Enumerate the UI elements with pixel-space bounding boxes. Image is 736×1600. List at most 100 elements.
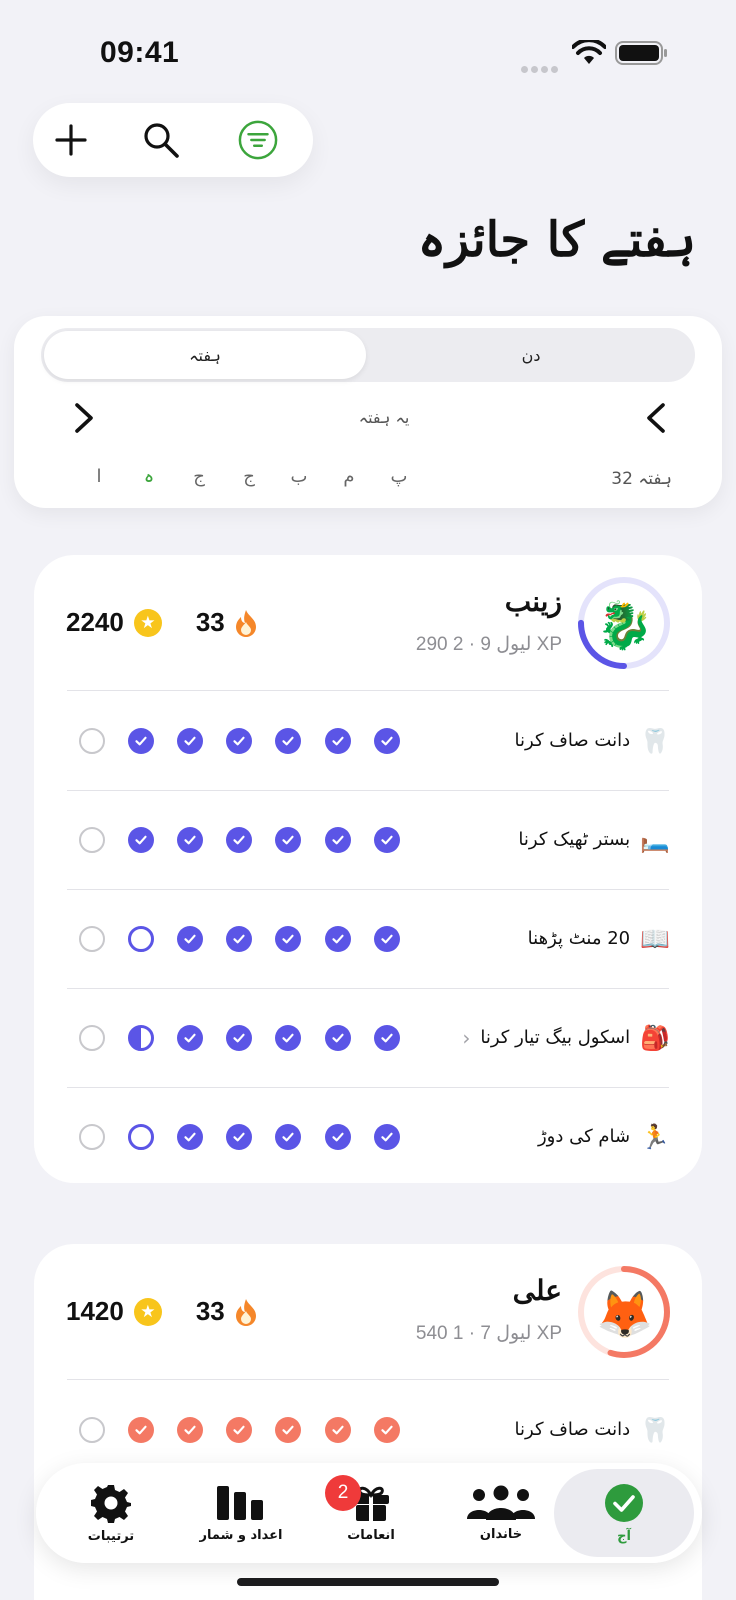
task-row[interactable]: 🦷 دانت صاف کرنا [34,691,702,790]
day-check-done[interactable] [275,1417,301,1443]
avatar[interactable]: 🦊 [576,1264,672,1360]
filter-icon[interactable] [238,120,278,160]
search-icon[interactable] [141,120,181,160]
flame-icon [235,1298,257,1326]
person-name: علی [512,1274,562,1307]
task-name: دانت صاف کرنا [514,730,631,751]
person-level: لیول 7 · 1 540 XP [415,1323,562,1344]
signal-icon [521,58,561,73]
task-name: دانت صاف کرنا [514,1419,631,1440]
day-check-done[interactable] [374,926,400,952]
task-emoji-icon: 🦷 [640,1415,670,1444]
notification-badge: 2 [325,1475,361,1511]
tab-label: انعامات [347,1527,395,1543]
day-check-ring[interactable] [128,926,154,952]
status-time: 09:41 [100,36,180,69]
day-check-empty[interactable] [79,1417,105,1443]
tab-label: آج [617,1528,631,1544]
check-circle-icon [605,1483,643,1522]
day-check-done[interactable] [226,1124,252,1150]
day-check-done[interactable] [128,827,154,853]
tab-stats[interactable]: اعداد و شمار [181,1463,301,1563]
day-check-done[interactable] [226,827,252,853]
day-check-done[interactable] [177,728,203,754]
task-label: 📖 20 منٹ پڑھنا [528,889,670,988]
task-row[interactable]: 🏃 شام کی دوڑ [34,1087,702,1186]
flame-icon [235,609,257,637]
chevron-left-icon: ‹ [462,1025,471,1050]
day-check-done[interactable] [325,827,351,853]
wifi-icon [572,40,606,64]
day-check-done[interactable] [275,827,301,853]
avatar[interactable]: 🐉 [576,575,672,671]
day-check-done[interactable] [275,1025,301,1051]
task-label: 🛏️ بستر ٹھیک کرنا [518,790,670,889]
day-check-done[interactable] [128,1417,154,1443]
day-check-done[interactable] [374,1417,400,1443]
day-check-done[interactable] [226,1025,252,1051]
home-indicator [237,1578,499,1586]
week-number: ہفتہ 32 [611,469,672,489]
day-check-done[interactable] [325,1417,351,1443]
task-row[interactable]: 🛏️ بستر ٹھیک کرنا [34,790,702,889]
week-label: یہ ہفتہ [358,408,410,427]
task-row[interactable]: 🎒 اسکول بیگ تیار کرنا ‹ [34,988,702,1087]
avatar-emoji: 🦊 [596,1287,654,1341]
day-check-done[interactable] [374,1025,400,1051]
streak-count: 33 [195,1296,225,1326]
day-check-done[interactable] [325,926,351,952]
day-check-done[interactable] [374,827,400,853]
tab-settings[interactable]: ترتیبات [51,1463,171,1563]
day-check-empty[interactable] [79,728,105,754]
day-check-empty[interactable] [79,827,105,853]
day-check-done[interactable] [275,926,301,952]
day-check-ring[interactable] [128,1124,154,1150]
tab-today[interactable]: آج [554,1469,694,1557]
tab-label: خاندان [479,1526,523,1542]
day-check-done[interactable] [226,728,252,754]
task-label: 🦷 دانت صاف کرنا [515,691,670,790]
day-check-done[interactable] [325,728,351,754]
page-title: ہفتے کا جائزہ [417,212,696,268]
task-emoji-icon: 🛏️ [640,825,670,854]
day-check-empty[interactable] [79,1025,105,1051]
tab-family[interactable]: خاندان [441,1463,561,1563]
day-check-done[interactable] [275,1124,301,1150]
task-emoji-icon: 🎒 [640,1023,670,1052]
segment-week[interactable]: ہفتہ [44,331,366,379]
day-check-done[interactable] [226,926,252,952]
coins-count: 1420 [66,1296,124,1326]
day-check-empty[interactable] [79,1124,105,1150]
day-check-done[interactable] [177,926,203,952]
day-check-done[interactable] [177,1417,203,1443]
day-check-done[interactable] [275,728,301,754]
weekday-label: ب [290,466,308,487]
weekday-label: ج [243,466,255,487]
segment-day[interactable]: دن [370,331,692,379]
task-row[interactable]: 📖 20 منٹ پڑھنا [34,889,702,988]
day-check-done[interactable] [177,1025,203,1051]
task-name: اسکول بیگ تیار کرنا [480,1027,631,1048]
day-check-done[interactable] [177,827,203,853]
day-check-done[interactable] [226,1417,252,1443]
day-check-done[interactable] [177,1124,203,1150]
day-check-done[interactable] [374,728,400,754]
day-check-done[interactable] [325,1124,351,1150]
chevron-right-icon[interactable] [62,396,106,440]
person-name: زینب [504,585,562,618]
task-name: شام کی دوڑ [537,1126,631,1147]
chevron-left-icon[interactable] [634,396,678,440]
weekday-label-today: ہ [143,466,155,487]
task-emoji-icon: 📖 [640,924,670,953]
day-check-done[interactable] [374,1124,400,1150]
day-check-half[interactable] [128,1025,154,1051]
tab-rewards[interactable]: انعامات 2 [311,1463,431,1563]
battery-icon [615,41,667,65]
task-emoji-icon: 🏃 [640,1122,670,1151]
day-check-done[interactable] [325,1025,351,1051]
star-icon: ★ [133,1297,162,1326]
plus-icon[interactable] [51,120,91,160]
person-card[interactable]: 🐉 زینب لیول 9 · 2 290 XP 2240 ★ 33 🦷 دانت… [34,555,702,1183]
day-check-empty[interactable] [79,926,105,952]
day-check-done[interactable] [128,728,154,754]
